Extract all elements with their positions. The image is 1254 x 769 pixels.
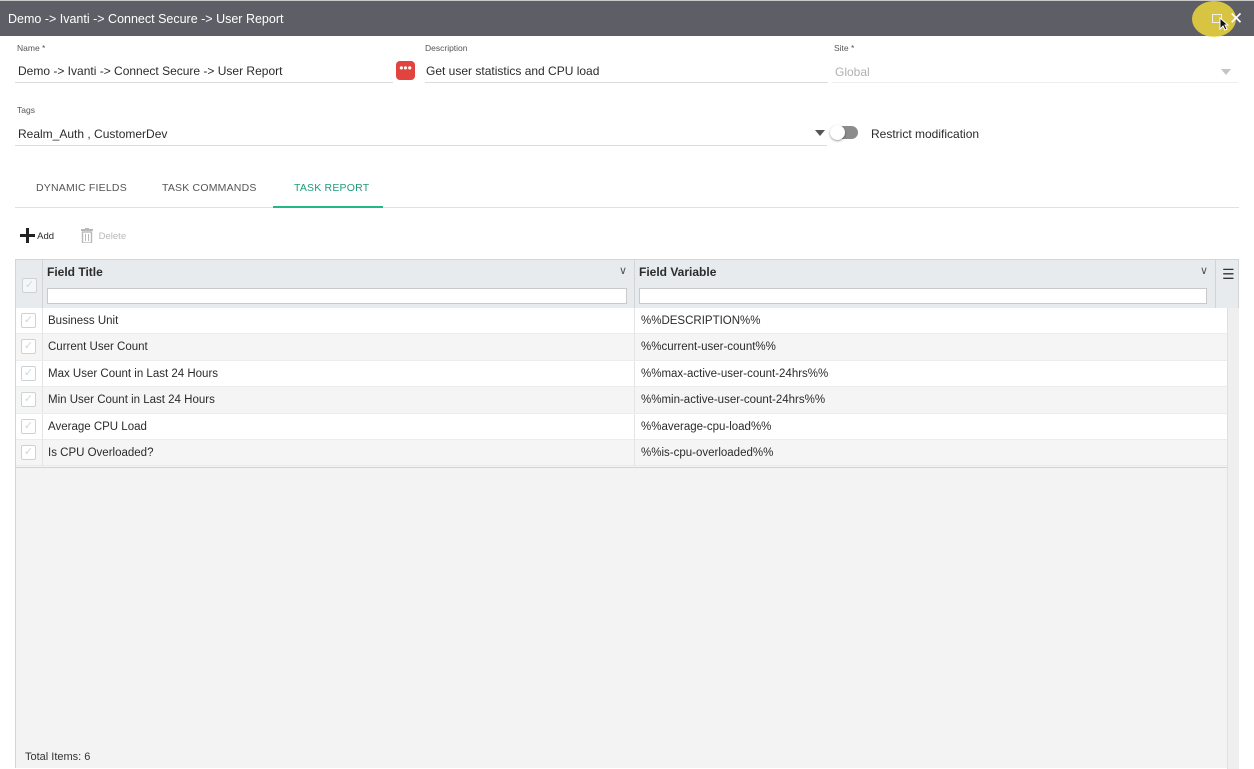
trash-icon	[81, 228, 93, 244]
row-checkbox[interactable]: ✓	[21, 392, 36, 408]
tabs-divider	[15, 207, 1239, 208]
cell-separator	[42, 360, 43, 387]
table-row[interactable]: ✓ Max User Count in Last 24 Hours %%max-…	[16, 360, 1227, 388]
tags-input[interactable]: Realm_Auth , CustomerDev	[18, 127, 167, 141]
site-label: Site *	[834, 43, 855, 53]
tab-task-report[interactable]: TASK REPORT	[294, 182, 369, 194]
name-input[interactable]: Demo -> Ivanti -> Connect Secure -> User…	[18, 64, 282, 78]
header-separator	[1215, 260, 1216, 308]
field-title-cell: Business Unit	[48, 315, 119, 327]
cell-separator	[42, 308, 43, 334]
tags-underline	[15, 145, 827, 146]
column-header-field-variable[interactable]: Field Variable	[639, 265, 716, 279]
name-underline	[15, 82, 393, 83]
field-variable-cell: %%DESCRIPTION%%	[641, 315, 761, 327]
restrict-modification-label: Restrict modification	[871, 127, 980, 141]
more-dots-icon: •••	[399, 61, 412, 75]
tab-dynamic-fields[interactable]: DYNAMIC FIELDS	[36, 182, 127, 194]
tags-dropdown-icon[interactable]	[815, 130, 825, 136]
field-variable-cell: %%is-cpu-overloaded%%	[641, 446, 774, 459]
plus-icon	[20, 228, 35, 243]
close-icon[interactable]: ✕	[1229, 9, 1243, 29]
select-all-checkbox[interactable]: ✓	[22, 278, 37, 293]
site-select[interactable]: Global	[835, 65, 870, 79]
mouse-cursor-icon	[1219, 17, 1229, 31]
delete-button[interactable]: Delete	[81, 228, 127, 244]
site-dropdown-icon[interactable]	[1221, 69, 1231, 75]
tags-label: Tags	[17, 105, 35, 115]
add-button-label: Add	[37, 231, 55, 242]
cell-separator	[42, 387, 43, 414]
row-checkbox[interactable]: ✓	[21, 313, 36, 328]
row-checkbox[interactable]: ✓	[21, 339, 36, 355]
grid-rows: ✓ Business Unit %%DESCRIPTION%% ✓ Curren…	[16, 308, 1227, 467]
description-label: Description	[425, 43, 468, 53]
name-label: Name *	[17, 43, 46, 53]
field-title-filter-input[interactable]	[47, 288, 627, 304]
cell-separator	[42, 413, 43, 440]
chevron-down-icon[interactable]: ∨	[619, 264, 627, 277]
field-variable-cell: %%current-user-count%%	[641, 341, 776, 354]
rows-bottom-border	[16, 467, 1227, 468]
restrict-modification-toggle[interactable]	[830, 125, 858, 140]
field-title-cell: Max User Count in Last 24 Hours	[48, 367, 219, 380]
toggle-knob	[830, 125, 845, 140]
description-underline	[425, 82, 828, 83]
add-button[interactable]: Add	[20, 228, 54, 243]
grid-header: ✓ Field Title ∨ Field Variable ∨ ☰	[16, 260, 1238, 309]
field-variable-cell: %%average-cpu-load%%	[641, 420, 772, 433]
total-items-label: Total Items: 6	[25, 751, 91, 763]
column-header-field-title[interactable]: Field Title	[47, 265, 103, 279]
chevron-down-icon[interactable]: ∨	[1200, 264, 1208, 277]
cell-separator	[634, 413, 635, 440]
table-row[interactable]: ✓ Min User Count in Last 24 Hours %%min-…	[16, 387, 1227, 414]
active-tab-indicator	[273, 206, 383, 208]
vertical-scrollbar[interactable]	[1227, 308, 1239, 769]
description-input[interactable]: Get user statistics and CPU load	[426, 64, 599, 78]
field-variable-filter-input[interactable]	[639, 288, 1207, 304]
field-title-cell: Min User Count in Last 24 Hours	[48, 394, 215, 407]
cell-separator	[42, 334, 43, 361]
table-row[interactable]: ✓ Current User Count %%current-user-coun…	[16, 334, 1227, 361]
cell-separator	[634, 439, 635, 466]
report-grid: ✓ Field Title ∨ Field Variable ∨ ☰ ✓ Bus…	[15, 259, 1239, 769]
field-variable-cell: %%min-active-user-count-24hrs%%	[641, 394, 826, 407]
table-row[interactable]: ✓ Business Unit %%DESCRIPTION%%	[16, 308, 1227, 335]
cell-separator	[634, 308, 635, 334]
cell-separator	[634, 387, 635, 414]
cell-separator	[634, 360, 635, 387]
row-checkbox[interactable]: ✓	[21, 365, 36, 381]
site-underline	[832, 82, 1238, 83]
cell-separator	[42, 439, 43, 466]
row-checkbox[interactable]: ✓	[21, 418, 36, 434]
tab-task-commands[interactable]: TASK COMMANDS	[162, 182, 257, 194]
header-separator	[42, 260, 43, 308]
row-checkbox[interactable]: ✓	[21, 444, 36, 460]
window-title: Demo -> Ivanti -> Connect Secure -> User…	[8, 12, 284, 26]
field-title-cell: Is CPU Overloaded?	[48, 446, 154, 459]
field-title-cell: Current User Count	[48, 341, 148, 354]
table-row[interactable]: ✓ Average CPU Load %%average-cpu-load%%	[16, 413, 1227, 440]
header-separator	[634, 260, 635, 308]
field-variable-cell: %%max-active-user-count-24hrs%%	[641, 367, 829, 380]
field-title-cell: Average CPU Load	[48, 420, 147, 433]
hamburger-menu-icon[interactable]: ☰	[1222, 266, 1235, 283]
table-row[interactable]: ✓ Is CPU Overloaded? %%is-cpu-overloaded…	[16, 439, 1227, 467]
delete-button-label: Delete	[98, 231, 127, 242]
window-titlebar: Demo -> Ivanti -> Connect Secure -> User…	[0, 0, 1254, 37]
more-dots-button[interactable]: •••	[396, 61, 415, 80]
cell-separator	[634, 334, 635, 361]
